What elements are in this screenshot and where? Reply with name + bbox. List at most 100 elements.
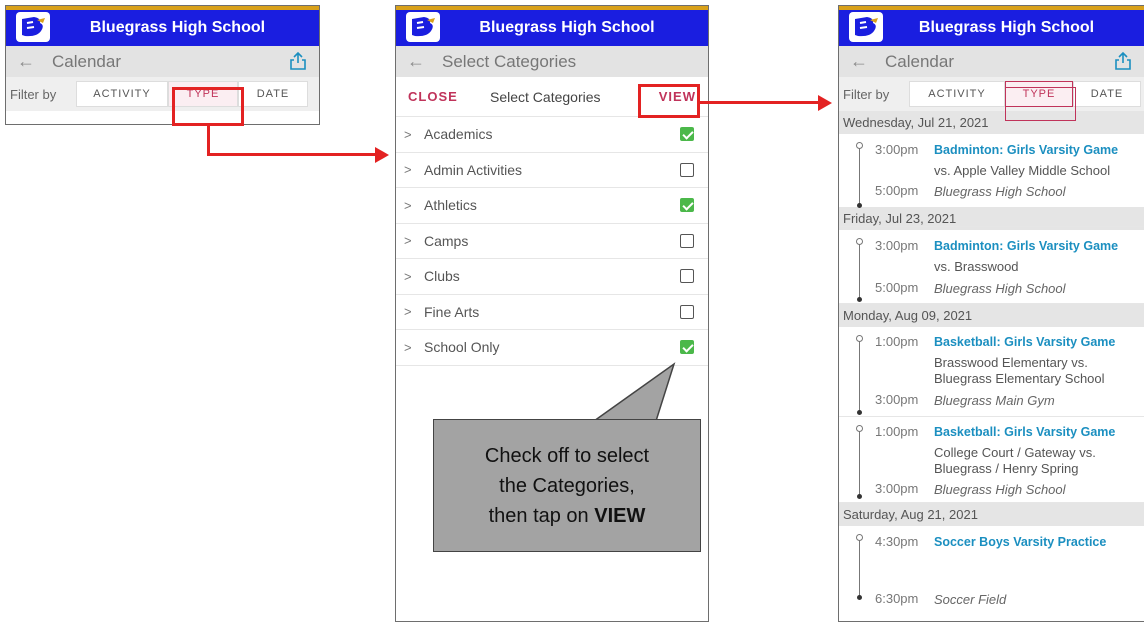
panel-calendar-filter: Bluegrass High School ← Calendar Filter … bbox=[5, 5, 320, 125]
date-header: Saturday, Aug 21, 2021 bbox=[839, 503, 1144, 526]
chevron-right-icon[interactable]: > bbox=[404, 340, 424, 355]
filter-label: Filter by bbox=[843, 86, 890, 102]
category-checkbox[interactable] bbox=[680, 304, 694, 319]
share-icon[interactable] bbox=[1114, 51, 1132, 71]
category-checkbox[interactable] bbox=[680, 162, 694, 177]
category-label: Academics bbox=[424, 126, 493, 143]
page-title: Calendar bbox=[885, 51, 954, 71]
category-label: Athletics bbox=[424, 197, 477, 214]
view-highlight-box bbox=[638, 84, 700, 118]
category-label: School Only bbox=[424, 339, 500, 356]
app-title: Bluegrass High School bbox=[89, 19, 266, 36]
chevron-right-icon[interactable]: > bbox=[404, 269, 424, 284]
dialog-title: Select Categories bbox=[490, 88, 601, 105]
share-icon[interactable] bbox=[289, 51, 307, 71]
event-title[interactable]: Badminton: Girls Varsity Game bbox=[934, 143, 1118, 157]
category-label: Camps bbox=[424, 232, 469, 249]
calendar-subbar: ← Calendar bbox=[839, 46, 1144, 77]
timeline-line bbox=[859, 242, 860, 300]
category-row[interactable]: > Fine Arts bbox=[396, 295, 708, 330]
school-logo-icon bbox=[406, 12, 440, 42]
connector-line bbox=[700, 101, 820, 104]
timeline-line bbox=[859, 339, 860, 413]
category-checkbox[interactable] bbox=[680, 198, 694, 213]
filter-bar: Filter by ACTIVITY TYPE DATE bbox=[839, 77, 1144, 111]
category-row[interactable]: > Clubs bbox=[396, 259, 708, 295]
connector-arrow-icon bbox=[818, 94, 832, 111]
callout-line-2: the Categories, bbox=[499, 474, 635, 497]
chevron-right-icon[interactable]: > bbox=[404, 162, 424, 177]
close-button[interactable]: CLOSE bbox=[408, 89, 458, 104]
callout-line-3-text: then tap on bbox=[488, 504, 589, 527]
event-start-time: 3:00pm bbox=[875, 142, 919, 157]
chevron-right-icon[interactable]: > bbox=[404, 304, 424, 319]
event-title[interactable]: Basketball: Girls Varsity Game bbox=[934, 425, 1115, 439]
chevron-right-icon[interactable]: > bbox=[404, 233, 424, 248]
category-row[interactable]: > Academics bbox=[396, 117, 708, 153]
event-end-time: 6:30pm bbox=[875, 591, 919, 606]
timeline-start-icon bbox=[856, 335, 863, 342]
timeline-end-icon bbox=[857, 297, 862, 302]
back-arrow-icon[interactable]: ← bbox=[6, 51, 46, 72]
event-location: Bluegrass Main Gym bbox=[934, 393, 1055, 408]
back-arrow-icon[interactable]: ← bbox=[839, 51, 879, 72]
event-description-line-2: Bluegrass Elementary School bbox=[934, 371, 1105, 386]
filter-activity-button[interactable]: ACTIVITY bbox=[76, 81, 168, 107]
type-highlight-box bbox=[1005, 87, 1076, 121]
event-description-line-1: College Court / Gateway vs. bbox=[934, 445, 1096, 460]
category-row[interactable]: > Athletics bbox=[396, 188, 708, 224]
connector-arrow-icon bbox=[375, 146, 389, 163]
filter-date-button[interactable]: DATE bbox=[1073, 81, 1141, 107]
event-start-time: 4:30pm bbox=[875, 534, 919, 549]
event-item[interactable]: 3:00pm Badminton: Girls Varsity Game vs.… bbox=[839, 230, 1144, 304]
school-logo-icon bbox=[16, 12, 50, 42]
calendar-subbar: ← Calendar bbox=[6, 46, 319, 77]
back-arrow-icon[interactable]: ← bbox=[396, 51, 436, 72]
chevron-right-icon[interactable]: > bbox=[404, 198, 424, 213]
timeline-line bbox=[859, 146, 860, 204]
category-checkbox[interactable] bbox=[680, 233, 694, 248]
callout-line-3: then tap on VIEW bbox=[485, 501, 649, 531]
event-item[interactable]: 3:00pm Badminton: Girls Varsity Game vs.… bbox=[839, 134, 1144, 227]
app-bar: Bluegrass High School bbox=[396, 10, 708, 46]
app-title: Bluegrass High School bbox=[918, 19, 1095, 36]
filter-label: Filter by bbox=[10, 86, 57, 102]
category-checkbox[interactable] bbox=[680, 127, 694, 142]
event-item[interactable]: 1:00pm Basketball: Girls Varsity Game Br… bbox=[839, 327, 1144, 417]
callout-pointer bbox=[591, 362, 676, 422]
filter-date-button[interactable]: DATE bbox=[238, 81, 308, 107]
category-row[interactable]: > Admin Activities bbox=[396, 153, 708, 188]
event-item[interactable]: 4:30pm Soccer Boys Varsity Practice 6:30… bbox=[839, 526, 1144, 616]
event-title[interactable]: Badminton: Girls Varsity Game bbox=[934, 239, 1118, 253]
event-item[interactable]: 1:00pm Basketball: Girls Varsity Game Co… bbox=[839, 417, 1144, 503]
panel-calendar-results: Bluegrass High School ← Calendar Filter … bbox=[838, 5, 1144, 622]
event-description-line-2: Bluegrass / Henry Spring bbox=[934, 461, 1079, 476]
event-end-time: 5:00pm bbox=[875, 183, 919, 198]
event-title[interactable]: Soccer Boys Varsity Practice bbox=[934, 535, 1106, 549]
category-row[interactable]: > Camps bbox=[396, 224, 708, 259]
categories-subbar: ← Select Categories bbox=[396, 46, 708, 77]
instruction-callout: Check off to select the Categories, then… bbox=[433, 419, 701, 552]
category-label: Admin Activities bbox=[424, 161, 523, 178]
connector-line bbox=[207, 126, 210, 156]
event-description: vs. Apple Valley Middle School bbox=[934, 163, 1111, 178]
category-checkbox[interactable] bbox=[680, 340, 694, 355]
timeline-end-icon bbox=[857, 203, 862, 208]
filter-bar: Filter by ACTIVITY TYPE DATE bbox=[6, 77, 319, 111]
category-list: > Academics > Admin Activities > Athletics > Ca… bbox=[396, 117, 708, 366]
event-title[interactable]: Basketball: Girls Varsity Game bbox=[934, 335, 1115, 349]
event-description: vs. Brasswood bbox=[934, 259, 1019, 274]
app-bar: Bluegrass High School bbox=[6, 10, 319, 46]
chevron-right-icon[interactable]: > bbox=[404, 127, 424, 142]
timeline-end-icon bbox=[857, 494, 862, 499]
callout-line-1: Check off to select bbox=[484, 444, 650, 467]
date-header: Monday, Aug 09, 2021 bbox=[839, 304, 1144, 327]
timeline-start-icon bbox=[856, 425, 863, 432]
timeline-start-icon bbox=[856, 142, 863, 149]
timeline-start-icon bbox=[856, 534, 863, 541]
event-start-time: 3:00pm bbox=[875, 238, 919, 253]
filter-activity-button[interactable]: ACTIVITY bbox=[909, 81, 1005, 107]
event-location: Bluegrass High School bbox=[934, 281, 1066, 296]
category-checkbox[interactable] bbox=[680, 269, 694, 284]
timeline-end-icon bbox=[857, 595, 862, 600]
